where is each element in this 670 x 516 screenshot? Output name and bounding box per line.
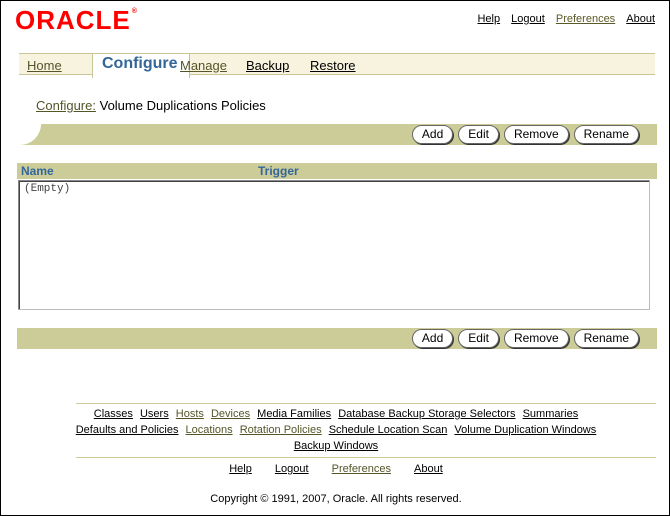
footer-link-db-backup-selectors[interactable]: Database Backup Storage Selectors (338, 408, 515, 420)
footer-link-devices[interactable]: Devices (211, 408, 250, 420)
oracle-logo: ORACLE® (15, 5, 138, 36)
tab-configure-label: Configure (102, 55, 178, 72)
edit-button[interactable]: Edit (458, 329, 499, 348)
footer-link-backup-windows[interactable]: Backup Windows (294, 440, 378, 452)
registered-mark: ® (131, 8, 138, 15)
footer-link-hosts[interactable]: Hosts (176, 408, 204, 420)
global-links: Help Logout Preferences About (469, 13, 655, 25)
footer-link-locations[interactable]: Locations (186, 424, 233, 436)
policies-list[interactable]: (Empty) (18, 180, 650, 310)
tab-restore[interactable]: Restore (310, 58, 356, 73)
footer-link-defaults-policies[interactable]: Defaults and Policies (76, 424, 179, 436)
footer-link-schedule-location-scan[interactable]: Schedule Location Scan (329, 424, 448, 436)
global-logout-link[interactable]: Logout (511, 13, 545, 25)
add-button[interactable]: Add (411, 329, 454, 348)
footer-link-classes[interactable]: Classes (94, 408, 133, 420)
tab-home[interactable]: Home (27, 58, 62, 73)
remove-button[interactable]: Remove (503, 125, 569, 144)
footer-global-links: Help Logout Preferences About (1, 463, 670, 475)
empty-placeholder: (Empty) (24, 183, 71, 195)
footer-nav-row-3: Backup Windows (1, 440, 670, 452)
breadcrumb-configure-link[interactable]: Configure: (36, 98, 96, 113)
tab-manage[interactable]: Manage (180, 58, 227, 73)
add-button[interactable]: Add (411, 125, 454, 144)
rename-button[interactable]: Rename (573, 125, 639, 144)
footer-preferences-link[interactable]: Preferences (332, 463, 391, 475)
footer-divider (76, 457, 656, 458)
rename-button[interactable]: Rename (573, 329, 639, 348)
bar-corner (17, 328, 41, 349)
logo-text: ORACLE (15, 5, 131, 35)
page-title: Volume Duplications Policies (99, 98, 266, 113)
edit-button[interactable]: Edit (458, 125, 499, 144)
bar-corner (17, 124, 41, 145)
tab-bar: Home Configure Manage Backup Restore (19, 53, 655, 78)
footer-nav-row-2: Defaults and Policies Locations Rotation… (1, 424, 670, 436)
table-header: Name Trigger (17, 163, 657, 179)
top-action-bar: Add Edit Remove Rename (17, 124, 657, 145)
footer-link-rotation-policies[interactable]: Rotation Policies (240, 424, 322, 436)
footer-link-summaries[interactable]: Summaries (523, 408, 579, 420)
column-trigger[interactable]: Trigger (258, 164, 299, 178)
breadcrumb: Configure: Volume Duplications Policies (36, 98, 266, 113)
column-name[interactable]: Name (21, 164, 54, 178)
footer-link-media-families[interactable]: Media Families (257, 408, 331, 420)
global-help-link[interactable]: Help (477, 13, 500, 25)
footer-help-link[interactable]: Help (229, 463, 252, 475)
footer-link-users[interactable]: Users (140, 408, 169, 420)
global-preferences-link[interactable]: Preferences (556, 13, 615, 25)
bottom-action-bar: Add Edit Remove Rename (17, 328, 657, 349)
tab-configure[interactable]: Configure (92, 53, 190, 78)
tab-backup[interactable]: Backup (246, 58, 289, 73)
footer-logout-link[interactable]: Logout (275, 463, 309, 475)
footer-about-link[interactable]: About (414, 463, 443, 475)
footer-link-volume-duplication-windows[interactable]: Volume Duplication Windows (454, 424, 596, 436)
footer-divider (76, 403, 656, 404)
global-about-link[interactable]: About (626, 13, 655, 25)
footer-nav-row-1: Classes Users Hosts Devices Media Famili… (1, 408, 670, 420)
copyright-text: Copyright © 1991, 2007, Oracle. All righ… (210, 493, 462, 505)
page-frame: ORACLE® Help Logout Preferences About Ho… (0, 0, 670, 516)
remove-button[interactable]: Remove (503, 329, 569, 348)
